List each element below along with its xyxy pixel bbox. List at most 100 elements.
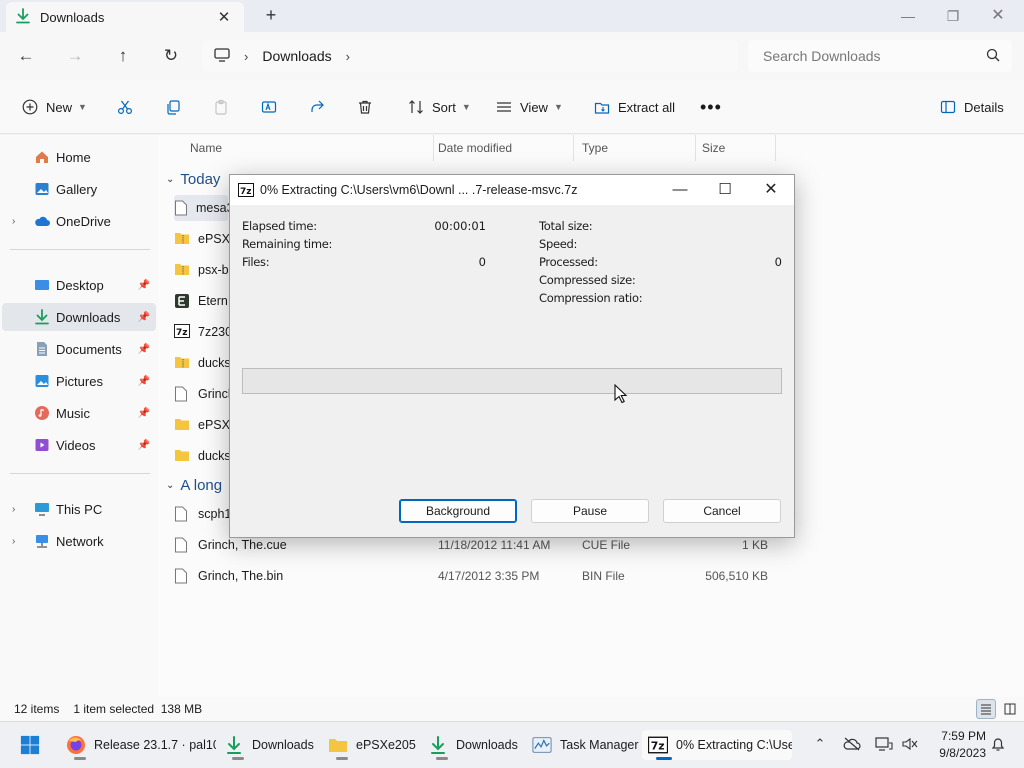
share-button[interactable] — [307, 95, 327, 119]
new-tab-button[interactable]: + — [260, 5, 282, 26]
windows-logo-icon — [20, 735, 40, 755]
sidebar-item-home[interactable]: Home — [2, 143, 156, 171]
sidebar-item-this-pc[interactable]: › This PC — [2, 495, 156, 523]
clock-date: 9/8/2023 — [939, 746, 986, 760]
search-placeholder: Search Downloads — [763, 48, 881, 64]
sidebar-item-videos[interactable]: Videos 📌 — [2, 431, 156, 459]
cloud-offline-icon[interactable] — [840, 732, 864, 756]
sidebar-item-onedrive[interactable]: › OneDrive — [2, 207, 156, 235]
cancel-button[interactable]: Cancel — [663, 499, 781, 523]
column-header-type[interactable]: Type — [574, 135, 696, 161]
tab-bar: Downloads ✕ + — ❐ ✕ — [0, 0, 1024, 32]
delete-button[interactable] — [355, 95, 375, 119]
file-row[interactable]: mesa3 — [174, 195, 234, 221]
column-header-name[interactable]: Name — [182, 135, 434, 161]
view-button[interactable]: View ▼ — [494, 95, 563, 119]
refresh-button[interactable]: ↻ — [159, 44, 183, 68]
taskbar-item-epsxe[interactable]: ePSXe205 — [322, 730, 424, 760]
close-tab-icon[interactable]: ✕ — [214, 8, 234, 26]
chevron-down-icon: ⌄ — [166, 479, 175, 491]
plus-circle-icon — [20, 97, 40, 117]
new-button[interactable]: New ▼ — [20, 95, 87, 119]
more-options-icon[interactable]: ••• — [700, 95, 722, 119]
details-button[interactable]: Details — [938, 95, 1004, 119]
chevron-right-icon[interactable]: › — [12, 536, 15, 547]
file-icon — [174, 537, 190, 553]
minimize-button[interactable]: — — [886, 4, 930, 28]
forward-button[interactable]: → — [63, 44, 87, 68]
details-view-icon — [981, 704, 991, 715]
breadcrumb-downloads[interactable]: Downloads — [262, 48, 331, 64]
details-view-button[interactable] — [976, 699, 996, 719]
network-icon[interactable] — [872, 732, 896, 756]
pause-button[interactable]: Pause — [531, 499, 649, 523]
sidebar-item-documents[interactable]: Documents 📌 — [2, 335, 156, 363]
firefox-icon — [66, 735, 86, 755]
dialog-close-button[interactable]: ✕ — [748, 175, 794, 205]
chevron-right-icon[interactable]: › — [244, 49, 248, 64]
value-processed: 0 — [774, 255, 782, 269]
tiles-view-icon — [1004, 703, 1016, 715]
running-indicator — [232, 757, 244, 760]
extraction-progress-bar — [242, 368, 782, 394]
search-input[interactable]: Search Downloads — [748, 40, 1012, 72]
sidebar-item-desktop[interactable]: Desktop 📌 — [2, 271, 156, 299]
pin-icon: 📌 — [137, 407, 150, 419]
sidebar-item-pictures[interactable]: Pictures 📌 — [2, 367, 156, 395]
tab-downloads[interactable]: Downloads ✕ — [6, 2, 244, 32]
group-header-long-ago[interactable]: ⌄ A long — [166, 474, 222, 496]
dialog-minimize-button[interactable]: — — [657, 175, 703, 205]
taskbar-item-downloads-1[interactable]: Downloads — [218, 730, 322, 760]
folder-icon — [174, 448, 190, 464]
gallery-icon — [34, 181, 50, 197]
background-button[interactable]: Background — [399, 499, 517, 523]
close-window-button[interactable]: ✕ — [976, 4, 1020, 28]
chevron-right-icon[interactable]: › — [12, 216, 15, 227]
restore-button[interactable]: ❐ — [931, 4, 975, 28]
extract-all-button[interactable]: Extract all — [592, 95, 675, 119]
system-clock[interactable]: 7:59 PM 9/8/2023 — [924, 728, 986, 762]
chevron-up-icon[interactable]: ⌃ — [808, 732, 832, 756]
file-date: 11/18/2012 11:41 AM — [438, 538, 551, 552]
tiles-view-button[interactable] — [1000, 699, 1020, 719]
group-header-today[interactable]: ⌄ Today — [166, 168, 220, 190]
cut-button[interactable] — [115, 95, 135, 119]
paste-button[interactable] — [211, 95, 231, 119]
rename-button[interactable] — [259, 95, 279, 119]
start-button[interactable] — [14, 730, 50, 760]
column-header-date[interactable]: Date modified — [430, 135, 574, 161]
task-manager-icon — [532, 735, 552, 755]
file-icon — [174, 200, 188, 216]
address-box[interactable]: › Downloads › — [202, 40, 738, 72]
sidebar-item-downloads[interactable]: Downloads 📌 — [2, 303, 156, 331]
sidebar-item-network[interactable]: › Network — [2, 527, 156, 555]
back-button[interactable]: ← — [14, 44, 38, 68]
sidebar-item-music[interactable]: Music 📌 — [2, 399, 156, 427]
copy-button[interactable] — [163, 95, 183, 119]
zip-folder-icon — [174, 262, 190, 278]
file-size: 1 KB — [741, 538, 768, 552]
file-date: 4/17/2012 3:35 PM — [438, 569, 540, 583]
up-button[interactable]: ↑ — [111, 44, 135, 68]
column-header-size[interactable]: Size — [694, 135, 776, 161]
dialog-maximize-button[interactable]: ☐ — [702, 175, 748, 205]
download-icon — [34, 309, 50, 325]
value-files: 0 — [478, 255, 486, 269]
label-compression-ratio: Compression ratio: — [539, 291, 643, 305]
scissors-icon — [115, 97, 135, 117]
sidebar-item-gallery[interactable]: Gallery — [2, 175, 156, 203]
taskbar-item-downloads-2[interactable]: Downloads — [422, 730, 526, 760]
chevron-right-icon[interactable]: › — [346, 49, 350, 64]
chevron-right-icon[interactable]: › — [12, 504, 15, 515]
dialog-title-bar[interactable]: 7z 0% Extracting C:\Users\vm6\Downl ... … — [230, 175, 794, 205]
taskbar-item-firefox[interactable]: Release 23.1.7 · pal100 — [60, 730, 216, 760]
file-size: 506,510 KB — [705, 569, 768, 583]
notification-bell-icon[interactable] — [986, 732, 1010, 756]
taskbar-item-7zip[interactable]: 7z 0% Extracting C:\Users — [642, 730, 792, 760]
sort-button[interactable]: Sort ▼ — [406, 95, 471, 119]
volume-muted-icon[interactable] — [898, 732, 922, 756]
label-compressed-size: Compressed size: — [539, 273, 636, 287]
tab-title: Downloads — [40, 9, 105, 25]
taskbar-item-task-manager[interactable]: Task Manager — [526, 730, 642, 760]
file-icon — [174, 506, 190, 522]
